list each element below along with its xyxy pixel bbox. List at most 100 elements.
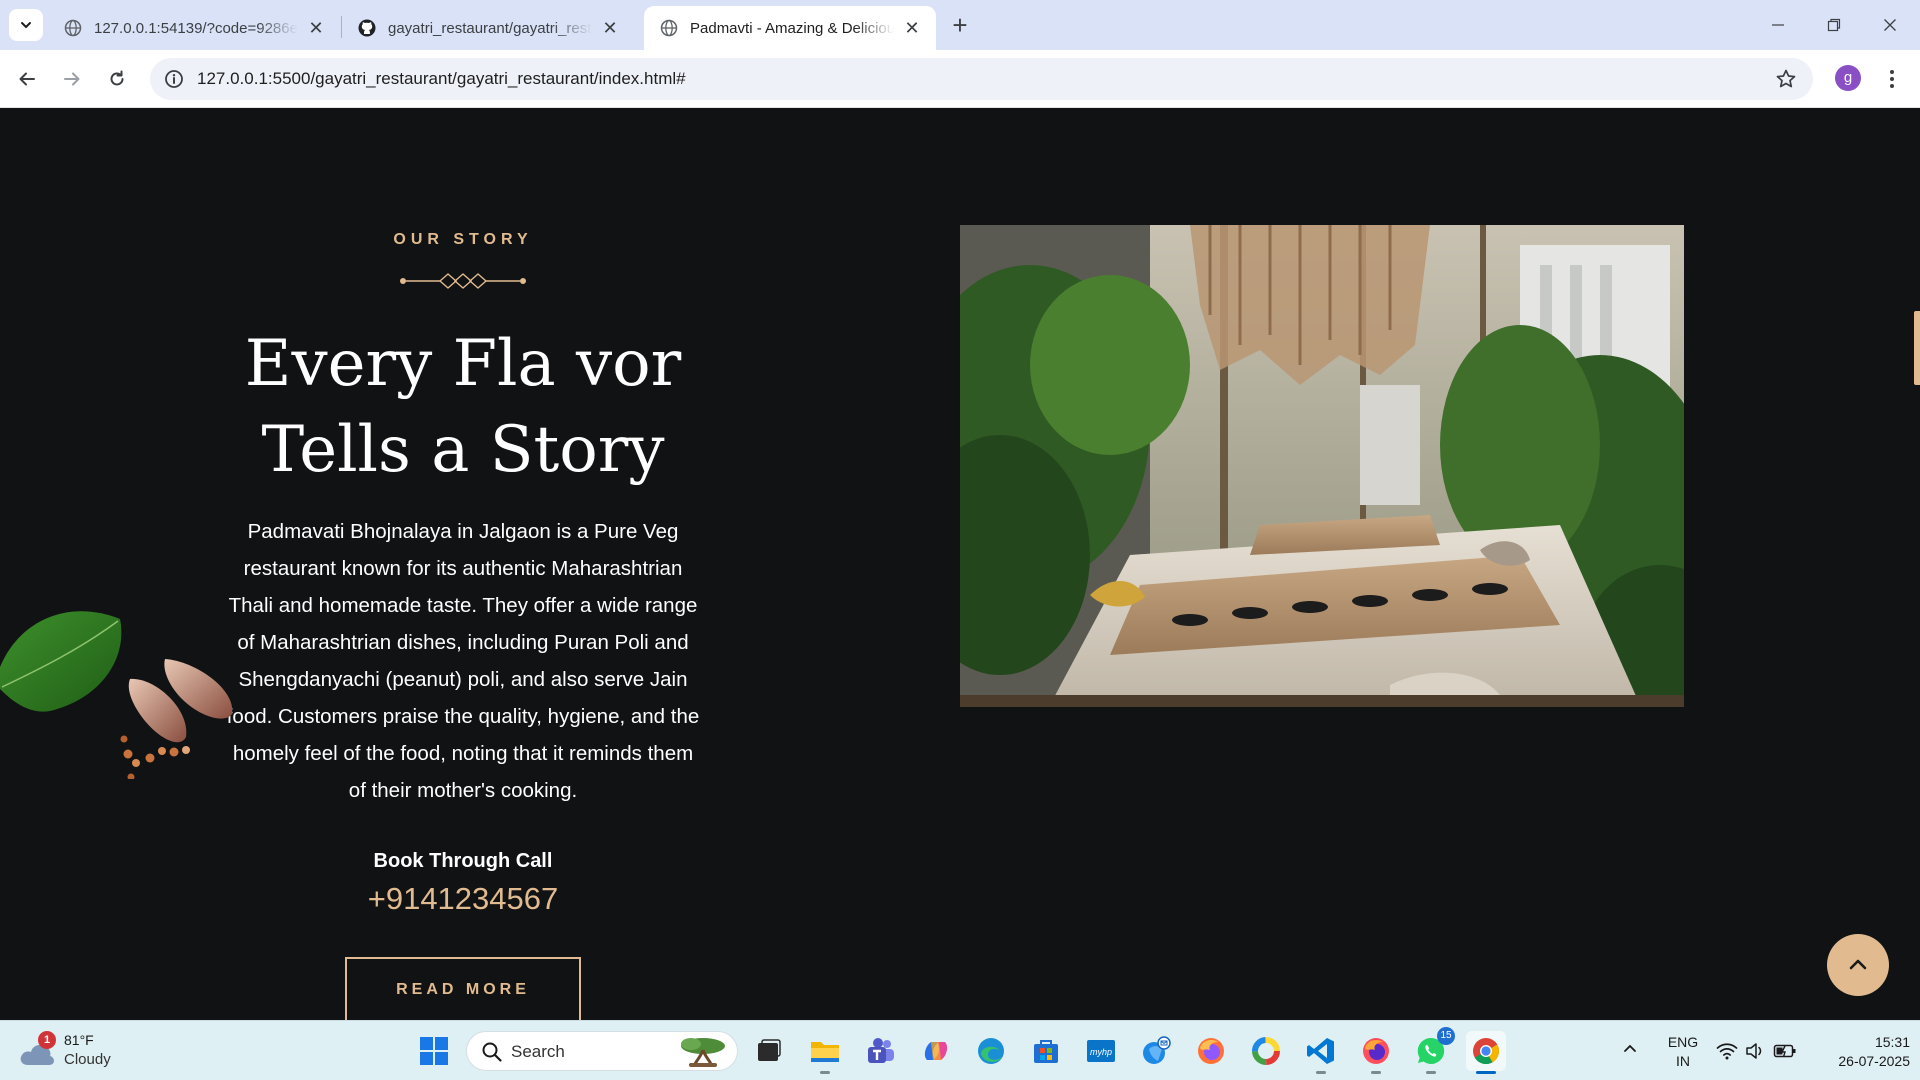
firefox-dev-icon[interactable]	[1356, 1031, 1396, 1074]
restore-icon	[1827, 18, 1841, 32]
minimize-button[interactable]	[1758, 10, 1798, 40]
tab-title: 127.0.0.1:54139/?code=9286ee	[94, 19, 298, 37]
microsoft-store-icon[interactable]	[1026, 1031, 1066, 1071]
color-app-icon[interactable]	[1246, 1031, 1286, 1071]
taskbar-search-box[interactable]: Search	[466, 1031, 738, 1071]
scrollbar-thumb[interactable]	[1914, 311, 1920, 385]
lang-code: ENG	[1667, 1034, 1699, 1050]
running-indicator	[1476, 1071, 1496, 1074]
restore-button[interactable]	[1814, 10, 1854, 40]
address-bar[interactable]: 127.0.0.1:5500/gayatri_restaurant/gayatr…	[150, 58, 1813, 100]
heading-line-1: Every Fla vor	[244, 327, 682, 401]
bookmark-star-icon[interactable]	[1775, 68, 1797, 90]
close-icon	[1884, 19, 1896, 31]
outlook-logo-icon	[1143, 1036, 1171, 1064]
input-language-indicator[interactable]: ENG IN	[1663, 1033, 1703, 1071]
story-section: OUR STORY Every Fla vor Tells a Story Pa…	[0, 109, 1920, 1020]
browser-tabstrip: 127.0.0.1:54139/?code=9286ee ✕ gayatri_r…	[0, 0, 1920, 50]
whatsapp-icon[interactable]: 15	[1411, 1027, 1455, 1074]
github-icon	[358, 19, 376, 37]
clock-time: 15:31	[1874, 1034, 1910, 1050]
chrome-logo-icon	[1473, 1038, 1500, 1065]
vscode-logo-icon	[1307, 1038, 1334, 1064]
browser-toolbar: 127.0.0.1:5500/gayatri_restaurant/gayatr…	[0, 50, 1920, 108]
close-window-button[interactable]	[1870, 10, 1910, 40]
call-label: Book Through Call	[373, 850, 553, 872]
wifi-icon[interactable]	[1716, 1042, 1738, 1060]
chevron-up-icon	[1624, 1044, 1636, 1052]
heading-line-2: Tells a Story	[261, 413, 665, 487]
whatsapp-unread-badge: 15	[1437, 1027, 1455, 1045]
clock-date: 26-07-2025	[1838, 1053, 1910, 1069]
about-paragraph: Padmavati Bhojnalaya in Jalgaon is a Pur…	[226, 520, 700, 802]
search-icon	[482, 1042, 502, 1062]
chevron-up-icon	[1849, 959, 1867, 970]
running-indicator	[820, 1071, 830, 1074]
tab-github[interactable]: gayatri_restaurant/gayatri_resta ✕	[342, 6, 634, 50]
show-hidden-icons-button[interactable]	[1622, 1040, 1638, 1061]
windows-logo-icon	[420, 1037, 448, 1065]
forward-button[interactable]	[55, 62, 89, 96]
svg-text:myhp: myhp	[1090, 1047, 1112, 1057]
tab-title: Padmavti - Amazing & Deliciou	[690, 19, 894, 37]
chevron-down-icon	[21, 22, 31, 29]
teams-icon[interactable]	[860, 1031, 900, 1071]
back-button[interactable]	[10, 62, 44, 96]
store-bag-icon	[1034, 1040, 1058, 1063]
weather-condition: Cloudy	[64, 1051, 111, 1068]
site-info-icon[interactable]	[164, 69, 184, 89]
running-indicator	[1371, 1071, 1381, 1074]
close-tab-icon[interactable]: ✕	[600, 18, 620, 38]
arrow-right-icon	[64, 72, 80, 86]
new-tab-button[interactable]: +	[945, 11, 975, 41]
read-more-button[interactable]: READ MORE	[345, 957, 581, 1020]
bonsai-highlight-icon	[681, 1038, 725, 1067]
more-vertical-icon	[1890, 70, 1894, 88]
myhp-icon[interactable]: myhp	[1081, 1031, 1121, 1071]
scroll-to-top-button[interactable]	[1827, 934, 1889, 996]
tab-title: gayatri_restaurant/gayatri_resta	[388, 19, 592, 37]
file-explorer-icon[interactable]	[805, 1031, 845, 1074]
firefox-alt-logo-icon	[1363, 1038, 1389, 1064]
firefox-logo-icon	[1198, 1038, 1224, 1064]
browser-menu-button[interactable]	[1882, 64, 1902, 94]
tab-search-button[interactable]	[9, 9, 43, 41]
tab-localhost-code[interactable]: 127.0.0.1:54139/?code=9286ee ✕	[48, 6, 340, 50]
arrow-left-icon	[19, 72, 35, 86]
close-tab-icon[interactable]: ✕	[902, 18, 922, 38]
restaurant-interior-image	[960, 225, 1684, 707]
url-text: 127.0.0.1:5500/gayatri_restaurant/gayatr…	[197, 69, 686, 88]
outlook-icon[interactable]	[1136, 1031, 1176, 1071]
copilot-logo-icon	[924, 1042, 948, 1060]
system-clock[interactable]: 15:31 26-07-2025	[1810, 1033, 1910, 1071]
volume-icon[interactable]	[1745, 1042, 1765, 1060]
teams-logo-icon	[868, 1038, 894, 1063]
lang-region: IN	[1676, 1053, 1690, 1069]
task-view-icon[interactable]	[749, 1031, 789, 1071]
vscode-icon[interactable]	[1301, 1031, 1341, 1074]
tab-padmavti[interactable]: Padmavti - Amazing & Deliciou ✕	[644, 6, 936, 50]
copilot-icon[interactable]	[916, 1031, 956, 1071]
reload-icon	[110, 70, 124, 86]
phone-number-link[interactable]: +9141234567	[263, 881, 663, 917]
folder-icon	[811, 1042, 839, 1062]
section-heading: Every Fla vor Tells a Story	[213, 321, 713, 493]
globe-icon	[660, 19, 678, 37]
windows-taskbar: 1 81°F Cloudy Search myhp 15 ENG IN 15:3…	[0, 1020, 1920, 1080]
minimize-icon	[1772, 24, 1784, 26]
edge-logo-icon	[978, 1038, 1004, 1064]
profile-avatar[interactable]: g	[1835, 65, 1861, 91]
firefox-icon[interactable]	[1191, 1031, 1231, 1071]
myhp-logo-icon: myhp	[1087, 1040, 1115, 1062]
battery-charging-icon[interactable]	[1773, 1042, 1797, 1060]
chrome-icon[interactable]	[1466, 1031, 1506, 1074]
edge-icon[interactable]	[971, 1031, 1011, 1071]
running-indicator	[1316, 1071, 1326, 1074]
section-eyebrow: OUR STORY	[393, 231, 533, 248]
windows-start-icon[interactable]	[414, 1031, 454, 1071]
reload-button[interactable]	[100, 62, 134, 96]
weather-widget[interactable]: 1 81°F Cloudy	[18, 1031, 128, 1073]
close-tab-icon[interactable]: ✕	[306, 18, 326, 38]
task-view-glyph	[758, 1039, 781, 1061]
weather-temp: 81°F	[64, 1032, 94, 1048]
